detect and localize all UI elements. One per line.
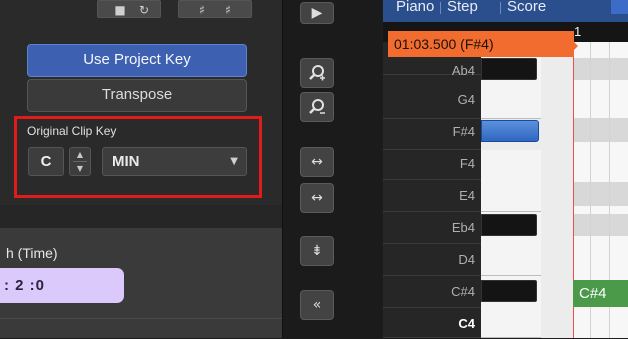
transpose-button[interactable]: Transpose xyxy=(27,79,247,112)
tab-piano[interactable]: Piano xyxy=(396,0,434,22)
grid-row-dark xyxy=(573,214,628,236)
collapse-panel-icon[interactable]: « xyxy=(300,290,334,320)
time-section-label: h (Time) xyxy=(6,245,58,261)
key-label-cs4: C#4 xyxy=(451,284,475,299)
section-divider xyxy=(0,318,282,319)
zoom-in-icon[interactable] xyxy=(300,58,334,88)
section-gap xyxy=(0,205,282,228)
key-label-ab4: Ab4 xyxy=(451,63,475,78)
transport-control-group: ♯ ♯ xyxy=(178,0,252,18)
key-label-c4: C4 xyxy=(458,316,475,331)
time-value-field[interactable]: : 2 :0 xyxy=(0,268,124,303)
grid-row-dark xyxy=(573,58,628,80)
key-label-fs4: F#4 xyxy=(452,124,475,139)
black-key[interactable] xyxy=(481,280,537,302)
black-key[interactable] xyxy=(481,214,537,236)
midi-note[interactable]: C#4 xyxy=(573,280,628,307)
playhead-marker-icon[interactable] xyxy=(572,40,578,52)
sharp-alt-icon[interactable]: ♯ xyxy=(219,1,237,19)
loop-icon[interactable]: ↻ xyxy=(136,1,152,19)
stop-icon[interactable]: ■ xyxy=(112,1,128,19)
use-project-key-button[interactable]: Use Project Key xyxy=(27,44,247,77)
play-icon[interactable]: ▶ xyxy=(300,2,334,24)
editor-tabs: Piano Step Score xyxy=(383,0,628,22)
track-control-group: ■ ↻ xyxy=(97,0,161,18)
key-label-eb4: Eb4 xyxy=(451,220,475,235)
white-key[interactable] xyxy=(481,150,541,212)
tab-step[interactable]: Step xyxy=(447,0,478,22)
key-label-g4: G4 xyxy=(457,92,475,107)
tab-divider xyxy=(500,2,501,14)
grid-row-dark xyxy=(573,118,628,142)
zoom-out-icon[interactable] xyxy=(300,92,334,122)
tab-score[interactable]: Score xyxy=(507,0,546,22)
tab-overflow-icon[interactable] xyxy=(611,0,628,14)
position-readout: 01:03.500 (F#4) xyxy=(388,31,574,57)
black-key[interactable] xyxy=(481,58,537,80)
ruler-bar-number: 1 xyxy=(574,24,582,39)
key-label-f4: F4 xyxy=(459,156,475,171)
highlight-annotation-box xyxy=(14,116,262,198)
key-label-d4: D4 xyxy=(458,252,475,267)
key-label-e4: E4 xyxy=(459,188,475,203)
grid-row-dark xyxy=(573,182,628,206)
expand-horizontal-icon[interactable]: ↔ xyxy=(300,147,334,177)
sharp-icon[interactable]: ♯ xyxy=(193,1,211,19)
tab-divider xyxy=(440,2,441,14)
vertical-zoom-icon[interactable]: ⇟ xyxy=(300,236,334,266)
active-black-key[interactable] xyxy=(481,120,539,142)
shrink-horizontal-icon[interactable]: ↔ xyxy=(300,183,334,213)
